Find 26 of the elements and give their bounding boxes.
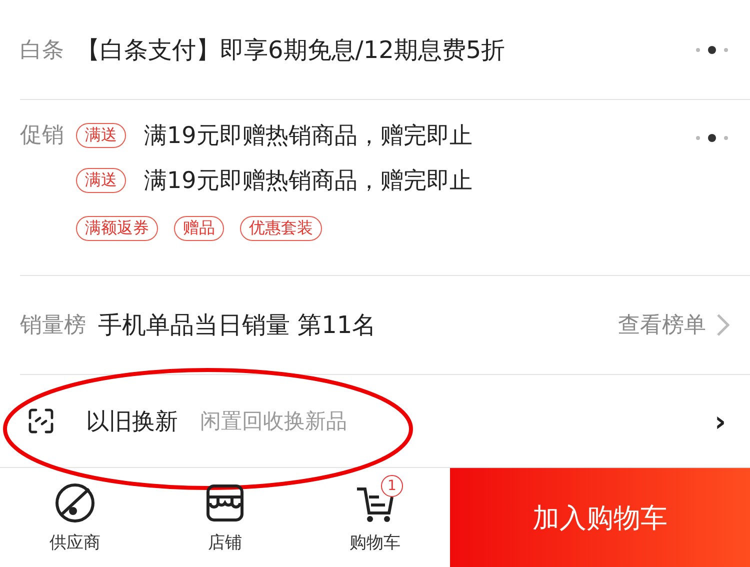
promo-tag: 满送 xyxy=(76,123,126,148)
store-icon xyxy=(205,483,245,523)
more-icon[interactable] xyxy=(694,46,730,54)
baitiao-text: 【白条支付】即享6期免息/12期息费5折 xyxy=(76,34,506,66)
promo-tag: 满额返券 xyxy=(76,216,158,241)
promo-tag: 满送 xyxy=(76,168,126,193)
toolbar-item[interactable]: 1 购物车 xyxy=(300,468,450,567)
offer-text: 满19元即赠热销商品，赠完即止 xyxy=(144,122,472,151)
promo-tag: 赠品 xyxy=(174,216,224,241)
chevron-icon[interactable]: › xyxy=(714,404,726,438)
toolbar-item[interactable]: 供应商 xyxy=(0,468,150,567)
row-label: 白条 xyxy=(20,36,64,64)
trade-in-subtitle: 闲置回收换新品 xyxy=(200,408,348,435)
chevron-icon xyxy=(716,313,730,337)
row-label: 促销 xyxy=(20,122,64,150)
view-ranking-link[interactable]: 查看榜单 xyxy=(618,310,706,340)
more-icon[interactable] xyxy=(694,134,730,142)
trade-in-title[interactable]: 以旧换新 xyxy=(86,406,178,436)
exchange-icon xyxy=(28,407,54,435)
add-to-cart-button[interactable]: 加入购物车 xyxy=(450,468,750,567)
offer-text: 满19元即赠热销商品，赠完即止 xyxy=(144,167,472,196)
row-label: 销量榜 xyxy=(20,312,86,340)
ranking-text: 手机单品当日销量 第11名 xyxy=(98,310,378,341)
toolbar-item[interactable]: 店铺 xyxy=(150,468,300,567)
cart-count-badge: 1 xyxy=(381,475,403,497)
promo-tag: 优惠套装 xyxy=(240,216,322,241)
